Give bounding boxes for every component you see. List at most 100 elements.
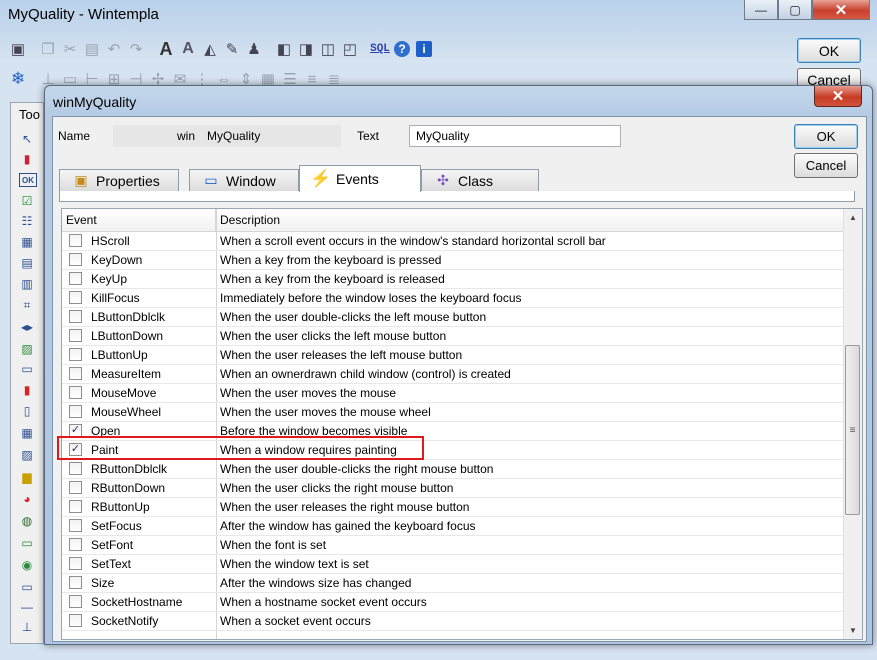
event-checkbox[interactable]: [69, 253, 82, 266]
color-tool-icon[interactable]: ▮: [17, 382, 37, 398]
font-color-icon[interactable]: A: [178, 39, 198, 59]
event-checkbox[interactable]: [69, 367, 82, 380]
slider-tool-icon[interactable]: ◂▸: [17, 319, 37, 335]
event-checkbox[interactable]: [69, 272, 82, 285]
textbox-tool-icon[interactable]: ▯: [17, 403, 37, 419]
vertical-scrollbar[interactable]: ▲ ≡ ▼: [843, 209, 862, 639]
event-row-lbuttondblclk[interactable]: LButtonDblclk When the user double-clicks…: [62, 308, 844, 327]
event-checkbox[interactable]: [69, 538, 82, 551]
bar-chart-tool-icon[interactable]: ▆: [17, 469, 37, 485]
event-row-killfocus[interactable]: KillFocus Immediately before the window l…: [62, 289, 844, 308]
event-row-measureitem[interactable]: MeasureItem When an ownerdrawn child wind…: [62, 365, 844, 384]
ok-button[interactable]: OK: [794, 124, 858, 149]
picture-tool-icon[interactable]: ▨: [17, 447, 37, 463]
event-checkbox[interactable]: [69, 462, 82, 475]
table-tool-icon[interactable]: ▦: [17, 425, 37, 441]
fill-color-icon[interactable]: ◭: [200, 39, 220, 59]
event-row-lbuttonup[interactable]: LButtonUp When the user releases the left…: [62, 346, 844, 365]
sql-icon[interactable]: SQL: [370, 39, 390, 59]
column-header-event[interactable]: Event: [62, 209, 216, 231]
snowflake-icon[interactable]: ❄: [8, 69, 28, 89]
event-row-hscroll[interactable]: HScroll When a scroll event occurs in the…: [62, 232, 844, 251]
checkbox-tool-icon[interactable]: ☑: [17, 193, 37, 209]
name-field[interactable]: MyQuality: [201, 125, 341, 147]
radio-tool-icon[interactable]: ◉: [17, 557, 37, 573]
event-row-rbuttonup[interactable]: RButtonUp When the user releases the righ…: [62, 498, 844, 517]
event-checkbox[interactable]: [69, 310, 82, 323]
event-checkbox[interactable]: [69, 405, 82, 418]
image-tool-icon[interactable]: ▨: [17, 341, 37, 357]
bring-front-icon[interactable]: ◧: [274, 39, 294, 59]
event-checkbox[interactable]: [69, 386, 82, 399]
text-field[interactable]: MyQuality: [409, 125, 621, 147]
ungroup-icon[interactable]: ◰: [340, 39, 360, 59]
send-back-icon[interactable]: ◨: [296, 39, 316, 59]
pencils-icon[interactable]: ✎: [222, 39, 242, 59]
event-row-rbuttondblclk[interactable]: RButtonDblclk When the user double-clicks…: [62, 460, 844, 479]
redo-icon[interactable]: ↷: [126, 39, 146, 59]
event-checkbox[interactable]: [69, 234, 82, 247]
event-row-mousemove[interactable]: MouseMove When the user moves the mouse: [62, 384, 844, 403]
event-row-sockethostname[interactable]: SocketHostname When a hostname socket eve…: [62, 593, 844, 612]
outer-ok-button[interactable]: OK: [797, 38, 861, 63]
datagrid-tool-icon[interactable]: ▤: [17, 255, 37, 271]
tab-window[interactable]: ▭ Window: [189, 169, 299, 191]
paste-icon[interactable]: ▤: [82, 39, 102, 59]
event-checkbox[interactable]: [69, 614, 82, 627]
list-tool-icon[interactable]: ▥: [17, 276, 37, 292]
line-tool-icon[interactable]: —: [17, 599, 37, 615]
minimize-button[interactable]: —: [744, 0, 778, 20]
column-header-description[interactable]: Description: [216, 209, 844, 231]
cut-icon[interactable]: ✂: [60, 39, 80, 59]
dialog-close-button[interactable]: ✕: [814, 86, 862, 107]
event-row-setfont[interactable]: SetFont When the font is set: [62, 536, 844, 555]
shirt-icon[interactable]: ♟: [244, 39, 264, 59]
event-row-keydown[interactable]: KeyDown When a key from the keyboard is p…: [62, 251, 844, 270]
scroll-down-icon[interactable]: ▼: [844, 622, 862, 639]
globe-tool-icon[interactable]: ◍: [17, 513, 37, 529]
event-row-size[interactable]: Size After the windows size has changed: [62, 574, 844, 593]
event-row-setfocus[interactable]: SetFocus After the window has gained the …: [62, 517, 844, 536]
pie-chart-tool-icon[interactable]: ◕: [17, 491, 37, 507]
event-row-lbuttondown[interactable]: LButtonDown When the user clicks the left…: [62, 327, 844, 346]
event-checkbox[interactable]: [69, 557, 82, 570]
xy-tool-icon[interactable]: ⌗: [17, 297, 37, 313]
pointer-icon[interactable]: ↖: [17, 131, 37, 147]
event-checkbox[interactable]: [69, 500, 82, 513]
info-icon[interactable]: i: [414, 39, 434, 59]
close-button[interactable]: ✕: [812, 0, 870, 20]
separator-tool-icon[interactable]: ▭: [17, 579, 37, 595]
event-row-keyup[interactable]: KeyUp When a key from the keyboard is rel…: [62, 270, 844, 289]
help-icon[interactable]: ?: [392, 39, 412, 59]
event-row-mousewheel[interactable]: MouseWheel When the user moves the mouse …: [62, 403, 844, 422]
maximize-button[interactable]: ▢: [778, 0, 812, 20]
tab-class[interactable]: ✣ Class: [421, 169, 539, 191]
event-checkbox[interactable]: [69, 481, 82, 494]
event-checkbox[interactable]: [69, 519, 82, 532]
label-tool-icon[interactable]: ▭: [17, 361, 37, 377]
copy-icon[interactable]: ❐: [38, 39, 58, 59]
radio-list-tool-icon[interactable]: ☷: [17, 213, 37, 229]
progress-tool-icon[interactable]: ▭: [17, 535, 37, 551]
event-row-settext[interactable]: SetText When the window text is set: [62, 555, 844, 574]
save-icon[interactable]: ▣: [8, 39, 28, 59]
font-icon[interactable]: A: [156, 39, 176, 59]
tab-events[interactable]: ⚡ Events: [299, 165, 421, 192]
event-checkbox[interactable]: [69, 291, 82, 304]
button-tool-icon[interactable]: OK: [19, 173, 37, 187]
trackbar-tool-icon[interactable]: ⊥: [17, 619, 37, 635]
event-checkbox[interactable]: [69, 576, 82, 589]
event-checkbox[interactable]: [69, 595, 82, 608]
undo-icon[interactable]: ↶: [104, 39, 124, 59]
scroll-up-icon[interactable]: ▲: [844, 209, 862, 226]
event-row-rbuttondown[interactable]: RButtonDown When the user clicks the righ…: [62, 479, 844, 498]
chart-tool-icon[interactable]: ▮: [17, 151, 37, 167]
scroll-thumb[interactable]: ≡: [845, 345, 860, 515]
cancel-button[interactable]: Cancel: [794, 153, 858, 178]
group-icon[interactable]: ◫: [318, 39, 338, 59]
event-checkbox[interactable]: [69, 348, 82, 361]
event-checkbox[interactable]: [69, 329, 82, 342]
tab-properties[interactable]: ▣ Properties: [59, 169, 179, 191]
event-row-socketnotify[interactable]: SocketNotify When a socket event occurs: [62, 612, 844, 631]
calendar-tool-icon[interactable]: ▦: [17, 234, 37, 250]
